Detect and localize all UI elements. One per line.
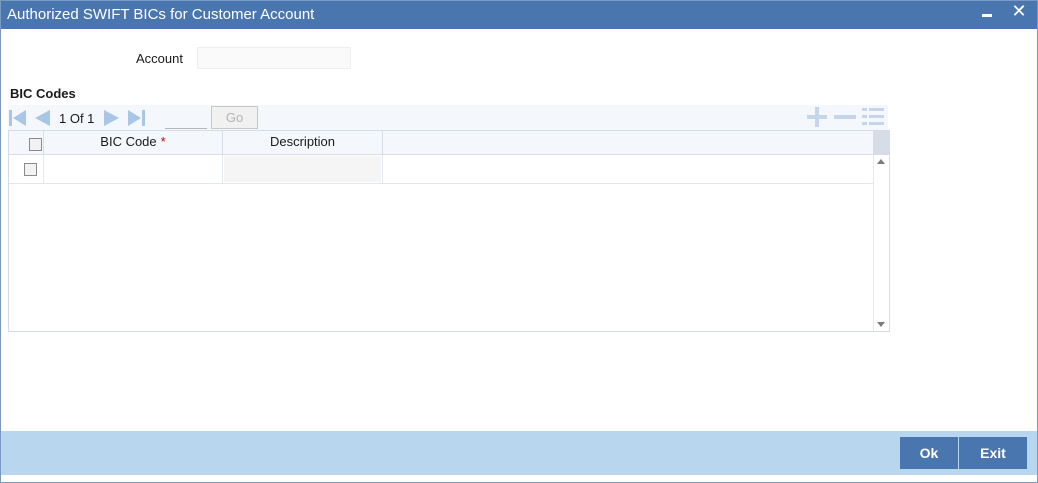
vertical-scrollbar[interactable] [873, 155, 889, 331]
dialog-window: Authorized SWIFT BICs for Customer Accou… [0, 0, 1038, 483]
go-button[interactable]: Go [211, 106, 258, 129]
column-header-bic-code: BIC Code * [44, 131, 223, 155]
next-page-icon[interactable] [102, 108, 122, 128]
account-field[interactable] [197, 47, 351, 69]
scroll-up-icon[interactable] [877, 159, 885, 164]
ok-button[interactable]: Ok [900, 437, 958, 469]
bic-codes-grid: 1 Of 1 Go BIC Code * Description [8, 105, 890, 332]
required-mark: * [160, 134, 166, 149]
title-bar[interactable]: Authorized SWIFT BICs for Customer Accou… [1, 1, 1037, 29]
bic-code-header-label: BIC Code [100, 134, 157, 149]
table-header-row: BIC Code * Description [9, 131, 873, 155]
row-checkbox[interactable] [24, 163, 37, 176]
description-header-label: Description [269, 134, 336, 149]
window-title: Authorized SWIFT BICs for Customer Accou… [7, 6, 315, 23]
row-select-cell [9, 155, 44, 183]
bic-code-cell [44, 155, 223, 183]
grid-toolbar: 1 Of 1 Go [8, 105, 888, 130]
minimize-icon[interactable] [981, 6, 993, 22]
scrollbar-header [873, 131, 889, 155]
add-row-icon[interactable] [805, 107, 829, 127]
dialog-footer: Ok Exit [1, 431, 1037, 475]
close-icon[interactable]: ✕ [1009, 2, 1029, 22]
bic-code-input[interactable] [45, 156, 221, 182]
exit-button[interactable]: Exit [959, 437, 1027, 469]
select-all-checkbox[interactable] [29, 138, 42, 151]
bic-codes-table: BIC Code * Description [8, 130, 890, 332]
previous-page-icon[interactable] [32, 108, 52, 128]
delete-row-icon[interactable] [833, 107, 857, 127]
select-all-cell [9, 131, 44, 155]
description-cell [223, 155, 383, 183]
table-row [9, 155, 873, 184]
last-page-icon[interactable] [126, 108, 146, 128]
page-indicator: 1 Of 1 [59, 111, 95, 126]
scroll-down-icon[interactable] [877, 322, 885, 327]
page-number-input[interactable] [165, 107, 207, 129]
first-page-icon[interactable] [8, 108, 28, 128]
column-header-description: Description [223, 131, 383, 155]
bic-codes-section-title: BIC Codes [10, 86, 76, 101]
description-input [224, 156, 381, 182]
single-record-view-icon[interactable] [861, 107, 885, 127]
account-label: Account [136, 51, 183, 66]
